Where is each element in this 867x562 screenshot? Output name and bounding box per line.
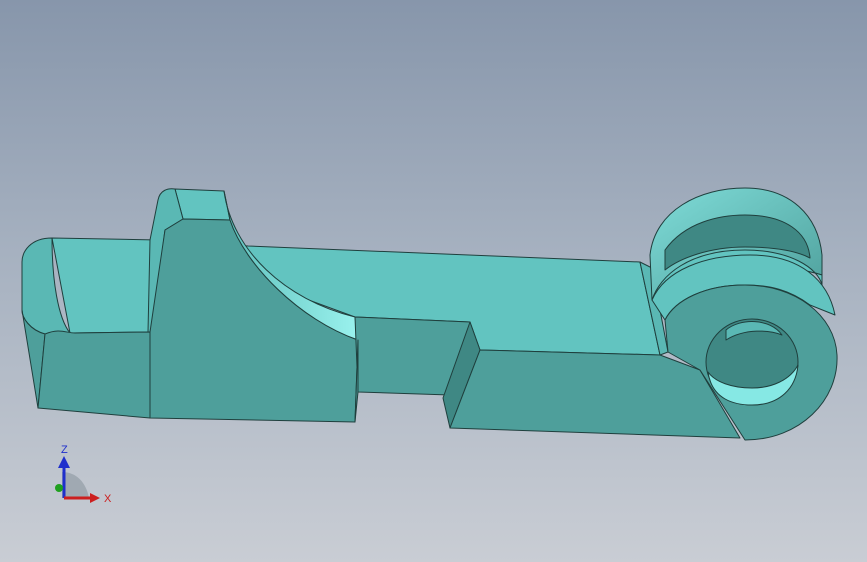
model-view[interactable]: [0, 0, 867, 562]
graphics-viewport[interactable]: Z X: [0, 0, 867, 562]
z-axis-label: Z: [61, 444, 68, 456]
x-axis-label: X: [104, 493, 112, 505]
triad-graphic: Z X: [55, 444, 112, 505]
lever-part[interactable]: [21, 187, 838, 441]
left-block-front-face[interactable]: [37, 330, 151, 419]
x-axis-arrow-icon: [90, 493, 100, 503]
orientation-triad: Z X: [44, 442, 124, 512]
y-axis-dot-icon: [55, 484, 63, 492]
triad-shade: [62, 472, 89, 498]
raised-tab-top-face[interactable]: [174, 188, 231, 221]
z-axis-arrow-icon: [58, 456, 70, 468]
